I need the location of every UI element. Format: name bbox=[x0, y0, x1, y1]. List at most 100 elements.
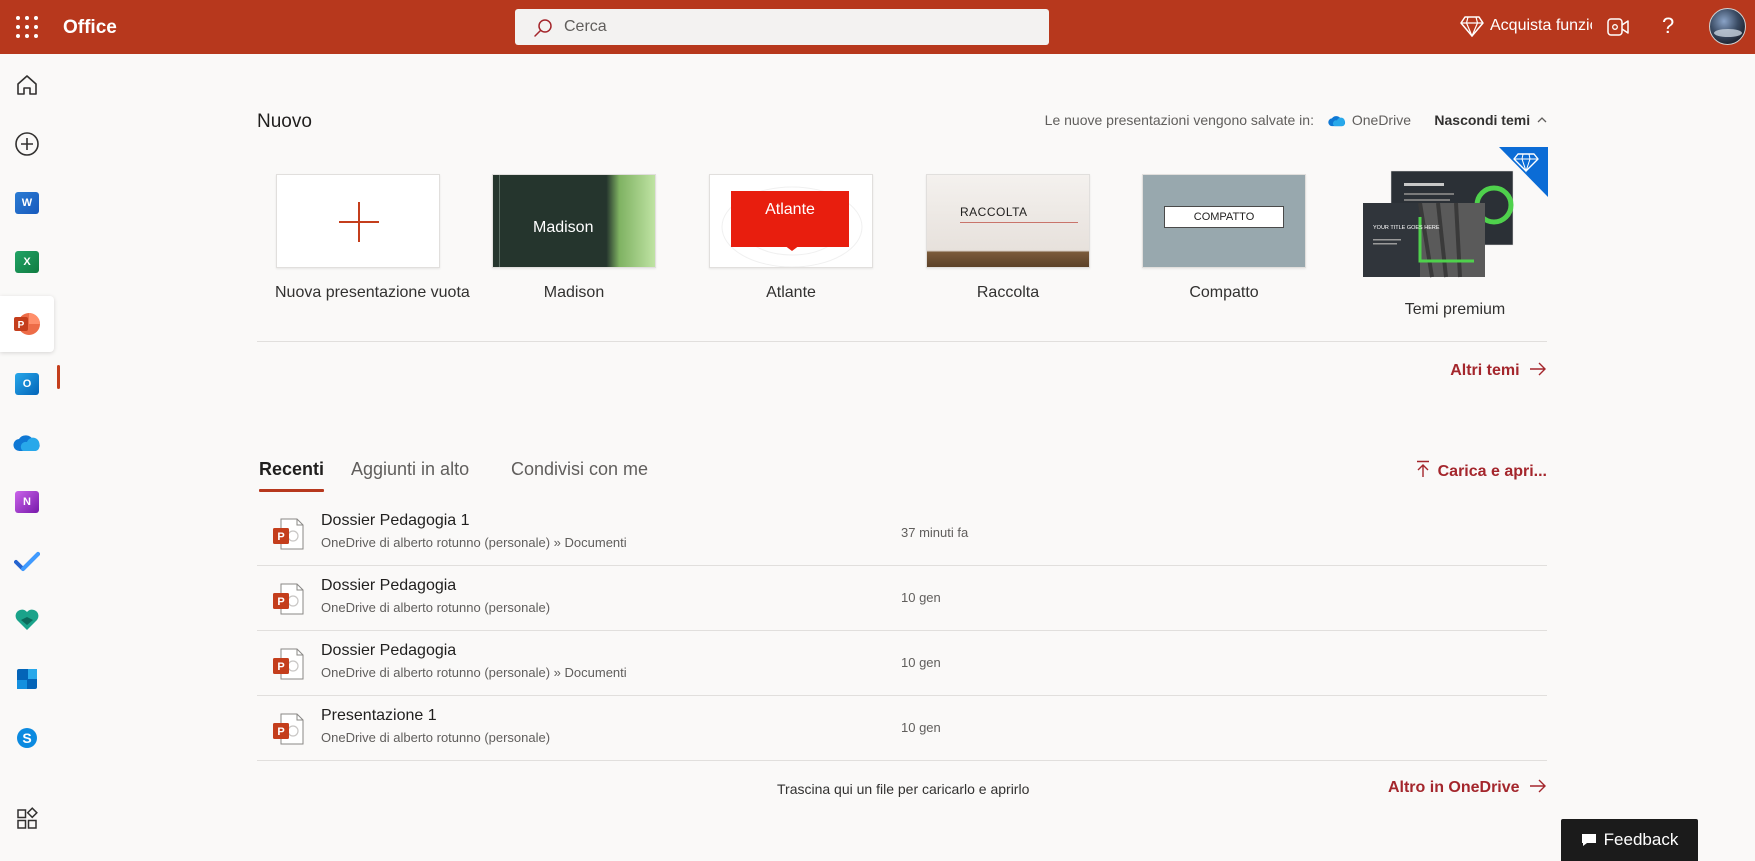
rail-todo[interactable] bbox=[0, 534, 54, 588]
svg-text:P: P bbox=[18, 320, 25, 331]
rail-powerpoint[interactable]: P bbox=[0, 296, 54, 352]
app-rail: W X P O N S bbox=[0, 54, 60, 861]
office-brand[interactable]: Office bbox=[63, 17, 117, 39]
arrow-right-icon bbox=[1530, 362, 1546, 376]
file-path: OneDrive di alberto rotunno (personale) bbox=[321, 730, 551, 745]
home-icon bbox=[17, 75, 37, 95]
save-location-name: OneDrive bbox=[1351, 112, 1411, 128]
onedrive-small-icon bbox=[1328, 116, 1345, 127]
svg-text:P: P bbox=[277, 726, 284, 738]
rail-all-apps[interactable] bbox=[0, 792, 54, 846]
top-bar: Office Cerca Acquista funzionalità Premi… bbox=[0, 0, 1755, 54]
file-row[interactable]: P Dossier Pedagogia 1 OneDrive di albert… bbox=[257, 501, 1547, 566]
onenote-icon: N bbox=[15, 491, 39, 513]
file-name: Presentazione 1 bbox=[321, 707, 437, 724]
chevron-up-icon bbox=[1537, 117, 1547, 123]
pptx-file-icon: P bbox=[273, 518, 304, 550]
rail-excel[interactable]: X bbox=[0, 235, 54, 289]
svg-text:P: P bbox=[277, 661, 284, 673]
file-row[interactable]: P Presentazione 1 OneDrive di alberto ro… bbox=[257, 696, 1547, 761]
template-atlante[interactable]: Atlante Atlante bbox=[708, 174, 874, 302]
file-path: OneDrive di alberto rotunno (personale) bbox=[321, 600, 551, 615]
template-name: Madison bbox=[543, 284, 605, 301]
file-row[interactable]: P Dossier Pedagogia OneDrive di alberto … bbox=[257, 631, 1547, 696]
sway-icon bbox=[17, 669, 37, 689]
template-name: Raccolta bbox=[976, 284, 1040, 301]
help-icon[interactable]: ? bbox=[1662, 13, 1674, 39]
onedrive-icon bbox=[13, 435, 40, 452]
template-name: Nuova presentazione vuota bbox=[275, 284, 470, 301]
pptx-file-icon: P bbox=[273, 583, 304, 615]
svg-text:P: P bbox=[277, 596, 284, 608]
rail-word[interactable]: W bbox=[0, 176, 54, 230]
file-date: 37 minuti fa bbox=[901, 525, 969, 540]
outlook-icon: O bbox=[15, 373, 39, 395]
tab-recent[interactable]: Recenti bbox=[259, 459, 325, 492]
rail-onenote[interactable]: N bbox=[0, 475, 54, 529]
rail-outlook[interactable]: O bbox=[0, 357, 54, 411]
new-section-title: Nuovo bbox=[257, 111, 312, 132]
active-app-indicator bbox=[57, 365, 60, 389]
drop-hint: Trascina qui un file per caricarlo e apr… bbox=[777, 781, 1030, 797]
templates-divider bbox=[257, 341, 1547, 342]
buy-premium-label: Acquista funzionalità Premium bbox=[1490, 17, 1592, 34]
template-thumbnail: RACCOLTA bbox=[926, 174, 1090, 268]
file-date: 10 gen bbox=[901, 655, 941, 670]
premium-themes-thumbnail: YOUR TITLE GOES HERE bbox=[1363, 147, 1548, 278]
file-name: Dossier Pedagogia bbox=[321, 577, 457, 594]
word-icon: W bbox=[15, 192, 39, 214]
search-icon bbox=[534, 19, 552, 37]
save-location-text: Le nuove presentazioni vengono salvate i… bbox=[1044, 112, 1314, 128]
rail-skype[interactable]: S bbox=[0, 711, 54, 765]
powerpoint-icon: P bbox=[14, 313, 40, 335]
template-blank[interactable]: Nuova presentazione vuota bbox=[275, 174, 470, 302]
upload-open-link[interactable]: Carica e apri... bbox=[1416, 460, 1547, 481]
template-raccolta[interactable]: RACCOLTA Raccolta bbox=[925, 174, 1091, 302]
hide-themes-button[interactable]: Nascondi temi bbox=[1434, 112, 1547, 128]
rail-onedrive[interactable] bbox=[0, 416, 54, 470]
thumbnail-title: Atlante bbox=[731, 191, 849, 247]
create-icon bbox=[15, 132, 39, 156]
svg-text:P: P bbox=[277, 531, 284, 543]
rail-create[interactable] bbox=[0, 117, 54, 171]
template-name: Compatto bbox=[1189, 284, 1259, 301]
thumbnail-title: Madison bbox=[533, 219, 594, 236]
buy-premium-button[interactable]: Acquista funzionalità Premium bbox=[1460, 14, 1592, 40]
rail-family-safety[interactable] bbox=[0, 593, 54, 647]
tab-pinned[interactable]: Aggiunti in alto bbox=[351, 459, 469, 480]
template-madison[interactable]: Madison Madison bbox=[491, 174, 657, 302]
avatar[interactable] bbox=[1709, 8, 1746, 45]
file-row[interactable]: P Dossier Pedagogia OneDrive di alberto … bbox=[257, 566, 1547, 631]
rail-home[interactable] bbox=[0, 58, 54, 112]
app-launcher-icon[interactable] bbox=[16, 16, 38, 38]
thumbnail-title: COMPATTO bbox=[1164, 206, 1284, 228]
template-thumbnail: Madison bbox=[492, 174, 656, 268]
file-path: OneDrive di alberto rotunno (personale) … bbox=[321, 535, 627, 550]
template-compatto[interactable]: COMPATTO Compatto bbox=[1141, 174, 1307, 302]
template-name: Temi premium bbox=[1404, 301, 1506, 318]
rail-sway[interactable] bbox=[0, 652, 54, 706]
upload-icon bbox=[1416, 460, 1429, 477]
pptx-file-icon: P bbox=[273, 713, 304, 745]
todo-icon bbox=[14, 552, 40, 571]
search-input[interactable]: Cerca bbox=[564, 18, 607, 36]
template-thumbnail: Atlante bbox=[709, 174, 873, 268]
tab-shared[interactable]: Condivisi con me bbox=[511, 459, 648, 480]
more-in-onedrive-link[interactable]: Altro in OneDrive bbox=[1388, 779, 1547, 797]
file-date: 10 gen bbox=[901, 590, 941, 605]
save-location-info: Le nuove presentazioni vengono salvate i… bbox=[1045, 112, 1411, 128]
template-name: Atlante bbox=[766, 284, 816, 301]
template-thumbnail: COMPATTO bbox=[1142, 174, 1306, 268]
more-themes-link[interactable]: Altri temi bbox=[1450, 362, 1547, 380]
svg-text:S: S bbox=[22, 730, 31, 746]
template-premium[interactable]: YOUR TITLE GOES HERE Temi premium bbox=[1362, 147, 1552, 347]
search-box[interactable]: Cerca bbox=[515, 9, 1049, 45]
feedback-button[interactable]: Feedback bbox=[1561, 819, 1698, 861]
file-name: Dossier Pedagogia 1 bbox=[321, 512, 470, 529]
all-apps-icon bbox=[17, 807, 38, 829]
plus-icon bbox=[339, 202, 379, 242]
template-thumbnail bbox=[276, 174, 440, 268]
skype-icon: S bbox=[17, 728, 37, 748]
meet-now-icon[interactable] bbox=[1606, 15, 1630, 39]
file-path: OneDrive di alberto rotunno (personale) … bbox=[321, 665, 627, 680]
